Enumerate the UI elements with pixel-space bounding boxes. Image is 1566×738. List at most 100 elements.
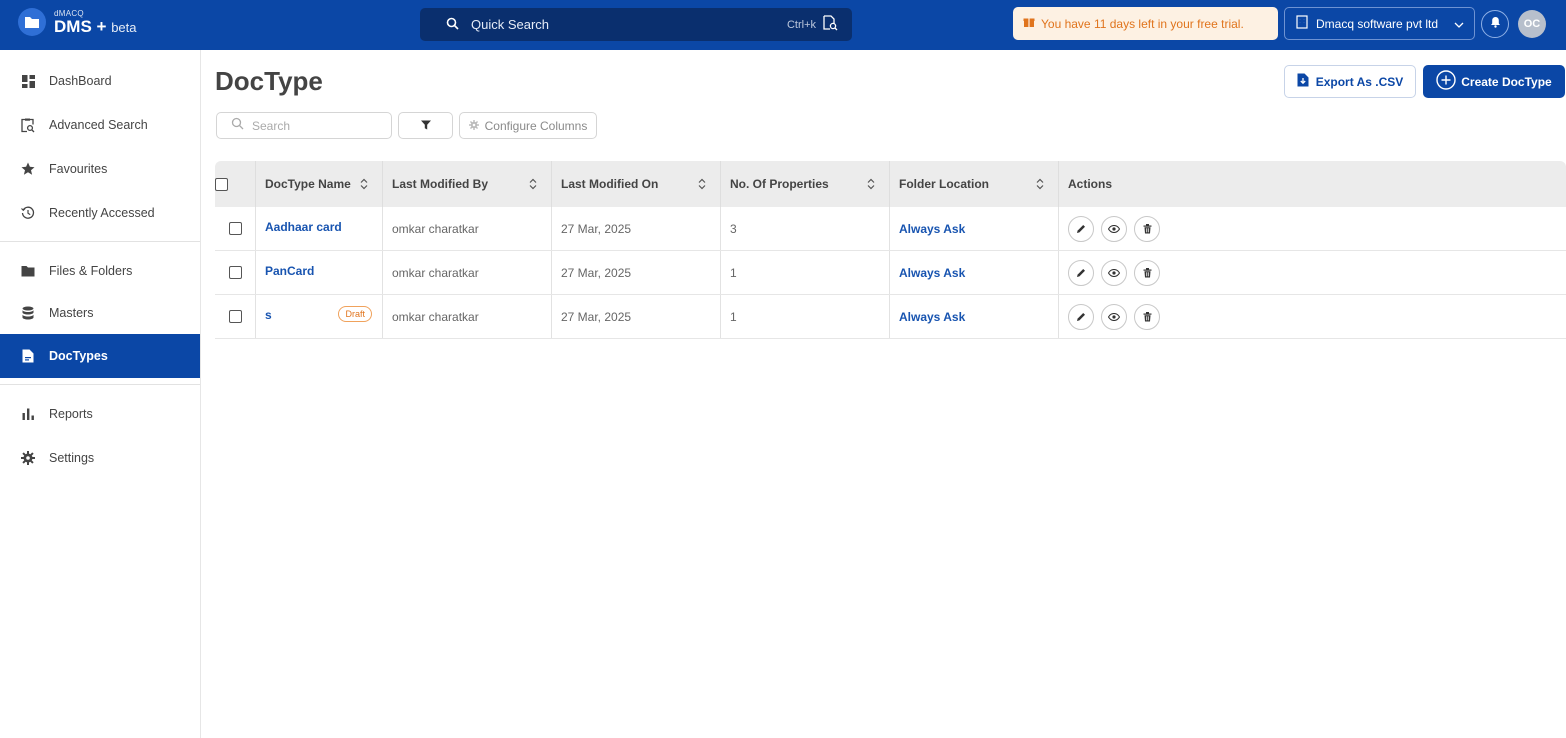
properties-count-cell: 1 — [721, 295, 890, 338]
trash-icon — [1143, 223, 1151, 233]
table-row: Aadhaar card omkar charatkar 27 Mar, 202… — [215, 207, 1566, 251]
folder-location-link[interactable]: Always Ask — [899, 266, 965, 280]
brand-name: DMS — [54, 16, 92, 36]
properties-count-cell: 3 — [721, 207, 890, 250]
folder-location-cell: Always Ask — [890, 251, 1059, 294]
modified-on-cell: 27 Mar, 2025 — [552, 207, 721, 250]
configure-columns-button[interactable]: Configure Columns — [459, 112, 597, 139]
sort-icon[interactable] — [867, 178, 875, 190]
table-header: DocType Name Last Modified By Last Modif… — [215, 161, 1566, 207]
delete-button[interactable] — [1134, 303, 1160, 330]
eye-icon — [1108, 312, 1120, 321]
sort-icon[interactable] — [1036, 178, 1044, 190]
gear-icon — [468, 119, 479, 133]
table-row: PanCard omkar charatkar 27 Mar, 2025 1 A… — [215, 251, 1566, 295]
brand-logo[interactable]: dMACQ DMS + beta — [18, 8, 137, 36]
filter-icon — [420, 117, 431, 135]
sidebar-item-recently-accessed[interactable]: Recently Accessed — [0, 191, 200, 235]
file-download-icon — [1297, 73, 1309, 90]
view-button[interactable] — [1101, 259, 1127, 286]
sidebar-item-settings[interactable]: Settings — [0, 436, 200, 480]
sidebar-item-label: Settings — [49, 451, 95, 465]
folder-location-link[interactable]: Always Ask — [899, 222, 965, 236]
sidebar-item-label: Files & Folders — [49, 264, 133, 278]
export-csv-button[interactable]: Export As .CSV — [1284, 65, 1416, 98]
org-selector[interactable]: Dmacq software pvt ltd — [1284, 7, 1475, 40]
sidebar-item-masters[interactable]: Masters — [0, 291, 200, 335]
sidebar-item-doctypes[interactable]: DocTypes — [0, 334, 200, 378]
delete-button[interactable] — [1134, 259, 1160, 286]
draft-badge: Draft — [338, 306, 372, 322]
modified-by-cell: omkar charatkar — [383, 295, 552, 338]
sidebar-divider — [0, 241, 200, 242]
column-header-no-of-properties[interactable]: No. Of Properties — [721, 161, 890, 207]
column-header-doctype-name[interactable]: DocType Name — [256, 161, 383, 207]
trial-banner[interactable]: You have 11 days left in your free trial… — [1013, 7, 1278, 40]
bell-icon — [1490, 15, 1501, 33]
quick-search-label: Quick Search — [471, 17, 550, 32]
quick-search-bar[interactable]: Quick Search Ctrl+k — [420, 8, 852, 41]
eye-icon — [1108, 224, 1120, 233]
sort-icon[interactable] — [360, 178, 368, 190]
header-checkbox-cell — [215, 161, 256, 207]
folder-location-link[interactable]: Always Ask — [899, 310, 965, 324]
row-checkbox[interactable] — [228, 222, 242, 235]
edit-button[interactable] — [1068, 303, 1094, 330]
doctype-name-link[interactable]: PanCard — [265, 264, 314, 278]
column-header-folder-location[interactable]: Folder Location — [890, 161, 1059, 207]
view-button[interactable] — [1101, 303, 1127, 330]
column-header-last-modified-by[interactable]: Last Modified By — [383, 161, 552, 207]
delete-button[interactable] — [1134, 215, 1160, 242]
doctype-name-link[interactable]: Aadhaar card — [265, 220, 342, 234]
sidebar-item-label: Masters — [49, 306, 94, 320]
properties-count-cell: 1 — [721, 251, 890, 294]
org-name: Dmacq software pvt ltd — [1316, 16, 1439, 31]
create-doctype-label: Create DocType — [1461, 74, 1552, 89]
building-icon — [1295, 15, 1309, 32]
table-row: s Draft omkar charatkar 27 Mar, 2025 1 Al… — [215, 295, 1566, 339]
row-checkbox[interactable] — [228, 266, 242, 279]
column-header-label: DocType Name — [265, 177, 351, 191]
sidebar-item-advanced-search[interactable]: Advanced Search — [0, 103, 200, 147]
search-box[interactable] — [216, 112, 392, 139]
history-icon — [20, 205, 36, 221]
sidebar-item-dashboard[interactable]: DashBoard — [0, 59, 200, 103]
sidebar-item-files-folders[interactable]: Files & Folders — [0, 249, 200, 293]
reports-icon — [20, 406, 36, 422]
row-checkbox[interactable] — [228, 310, 242, 323]
view-button[interactable] — [1101, 215, 1127, 242]
select-all-checkbox[interactable] — [215, 177, 228, 191]
column-header-label: Actions — [1068, 177, 1113, 191]
column-header-actions: Actions — [1059, 161, 1566, 207]
folder-icon — [20, 263, 36, 279]
actions-cell — [1059, 207, 1566, 250]
modified-by-cell: omkar charatkar — [383, 251, 552, 294]
sidebar-item-favourites[interactable]: Favourites — [0, 147, 200, 191]
column-header-last-modified-on[interactable]: Last Modified On — [552, 161, 721, 207]
sidebar-item-label: Advanced Search — [49, 118, 148, 132]
plus-circle-icon — [1436, 70, 1456, 93]
chevron-down-icon — [1454, 17, 1464, 31]
notification-button[interactable] — [1481, 10, 1509, 38]
document-search-icon — [822, 15, 838, 34]
edit-button[interactable] — [1068, 215, 1094, 242]
search-input[interactable] — [252, 118, 372, 133]
doctype-name-link[interactable]: s — [265, 308, 272, 322]
create-doctype-button[interactable]: Create DocType — [1423, 65, 1565, 98]
sidebar-item-label: Recently Accessed — [49, 206, 155, 220]
avatar[interactable]: OC — [1518, 10, 1546, 38]
trash-icon — [1143, 267, 1151, 277]
sidebar-item-reports[interactable]: Reports — [0, 392, 200, 436]
pencil-icon — [1077, 224, 1085, 233]
sort-icon[interactable] — [698, 178, 706, 190]
filter-button[interactable] — [398, 112, 453, 139]
edit-button[interactable] — [1068, 259, 1094, 286]
folder-location-cell: Always Ask — [890, 295, 1059, 338]
advanced-search-icon — [20, 117, 36, 133]
actions-cell — [1059, 295, 1566, 338]
dashboard-icon — [20, 73, 36, 89]
folder-logo-icon — [18, 8, 46, 36]
gift-icon — [1023, 16, 1035, 31]
sort-icon[interactable] — [529, 178, 537, 190]
brand-small: dMACQ — [54, 8, 84, 18]
